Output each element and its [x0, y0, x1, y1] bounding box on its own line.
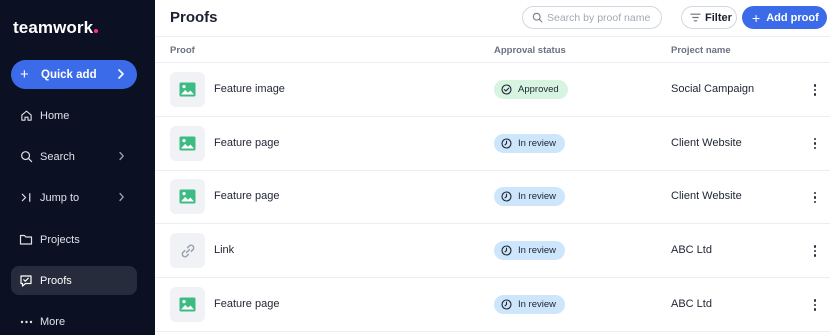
- status-badge: In review: [494, 187, 566, 207]
- row-menu-icon[interactable]: [810, 297, 820, 313]
- sidebar-item-proofs[interactable]: Proofs: [11, 266, 137, 295]
- sidebar-item-search[interactable]: Search: [11, 142, 137, 171]
- proofs-icon: [19, 274, 33, 288]
- filter-label: Filter: [705, 11, 732, 24]
- status-label: In review: [518, 298, 557, 310]
- table-row[interactable]: Feature page In review ABC Ltd: [155, 278, 830, 332]
- sidebar-item-label: Projects: [40, 233, 80, 246]
- table-header: Proof Approval status Project name: [155, 36, 830, 63]
- status-badge: In review: [494, 241, 566, 261]
- sidebar-item-label: Proofs: [40, 274, 72, 287]
- project-name: Client Website: [671, 190, 742, 203]
- sidebar-item-jump-to[interactable]: Jump to: [11, 183, 137, 212]
- image-icon: [179, 297, 196, 312]
- status-badge: Approved: [494, 80, 568, 99]
- sidebar-item-label: More: [40, 315, 66, 328]
- table-row[interactable]: Feature image Approved Social Campaign: [155, 63, 830, 117]
- column-header-approval-status[interactable]: Approval status: [494, 45, 566, 56]
- proof-name[interactable]: Feature page: [214, 190, 279, 202]
- image-icon: [179, 82, 196, 97]
- plus-icon: +: [752, 9, 761, 26]
- add-proof-button[interactable]: + Add proof: [742, 6, 827, 29]
- table-row[interactable]: Link In review ABC Ltd: [155, 224, 830, 279]
- check-circle-icon: [501, 84, 518, 95]
- logo-text: teamwork: [13, 18, 94, 37]
- plus-icon: +: [20, 66, 29, 83]
- clock-icon: [501, 138, 518, 149]
- sidebar-item-label: Jump to: [40, 191, 80, 204]
- teamwork-logo[interactable]: teamwork: [13, 18, 99, 38]
- table-row[interactable]: Feature page In review Client Website: [155, 117, 830, 171]
- sidebar-item-more[interactable]: More: [11, 307, 137, 335]
- table-row[interactable]: Feature page In review Client Website: [155, 170, 830, 225]
- quick-add-button[interactable]: + Quick add: [11, 60, 137, 89]
- search-icon: [532, 12, 543, 23]
- chevron-right-icon: [119, 151, 124, 161]
- proof-name[interactable]: Feature page: [214, 298, 279, 310]
- row-menu-icon[interactable]: [810, 82, 820, 98]
- add-proof-label: Add proof: [766, 11, 819, 24]
- search-icon: [19, 150, 33, 164]
- status-label: In review: [518, 137, 557, 149]
- clock-icon: [501, 245, 518, 256]
- image-icon: [179, 136, 196, 151]
- status-label: In review: [518, 245, 557, 257]
- proof-name[interactable]: Feature image: [214, 83, 285, 95]
- status-label: Approved: [518, 84, 559, 95]
- more-icon: [19, 315, 33, 329]
- search-box[interactable]: [522, 6, 662, 29]
- sidebar-item-projects[interactable]: Projects: [11, 225, 137, 254]
- project-name: ABC Ltd: [671, 244, 712, 257]
- home-icon: [19, 109, 33, 123]
- proof-thumbnail[interactable]: [170, 125, 205, 161]
- project-name: Client Website: [671, 136, 742, 149]
- chevron-right-icon: [119, 192, 124, 202]
- row-menu-icon[interactable]: [810, 243, 820, 259]
- proof-thumbnail[interactable]: [170, 286, 205, 322]
- quick-add-label: Quick add: [41, 68, 97, 81]
- status-label: In review: [518, 191, 557, 203]
- sidebar-item-home[interactable]: Home: [11, 101, 137, 130]
- proof-name[interactable]: Feature page: [214, 137, 279, 149]
- sidebar: teamwork + Quick add Home Search Jump to…: [0, 0, 155, 335]
- status-badge: In review: [494, 133, 566, 153]
- jump-to-icon: [19, 191, 33, 205]
- column-header-proof[interactable]: Proof: [170, 45, 195, 56]
- proof-thumbnail[interactable]: [170, 179, 205, 215]
- clock-icon: [501, 299, 518, 310]
- project-name: Social Campaign: [671, 83, 755, 95]
- folder-icon: [19, 233, 33, 247]
- proof-thumbnail[interactable]: [170, 72, 205, 107]
- row-menu-icon[interactable]: [810, 189, 820, 205]
- status-badge: In review: [494, 294, 566, 314]
- logo-dot: [94, 29, 99, 33]
- chevron-right-icon: [118, 69, 124, 79]
- filter-icon: [690, 13, 701, 22]
- page-title: Proofs: [170, 9, 218, 26]
- project-name: ABC Ltd: [671, 297, 712, 310]
- clock-icon: [501, 191, 518, 202]
- sidebar-item-label: Search: [40, 150, 75, 163]
- search-input[interactable]: [547, 11, 655, 24]
- link-icon: [180, 243, 196, 259]
- sidebar-item-label: Home: [40, 109, 70, 122]
- column-header-project-name[interactable]: Project name: [671, 45, 731, 56]
- image-icon: [179, 189, 196, 204]
- main-content: Proofs Filter + Add proof Proof Approval…: [155, 0, 830, 335]
- proof-name[interactable]: Link: [214, 244, 234, 256]
- proof-thumbnail[interactable]: [170, 233, 205, 269]
- row-menu-icon[interactable]: [810, 136, 820, 152]
- filter-button[interactable]: Filter: [681, 6, 737, 29]
